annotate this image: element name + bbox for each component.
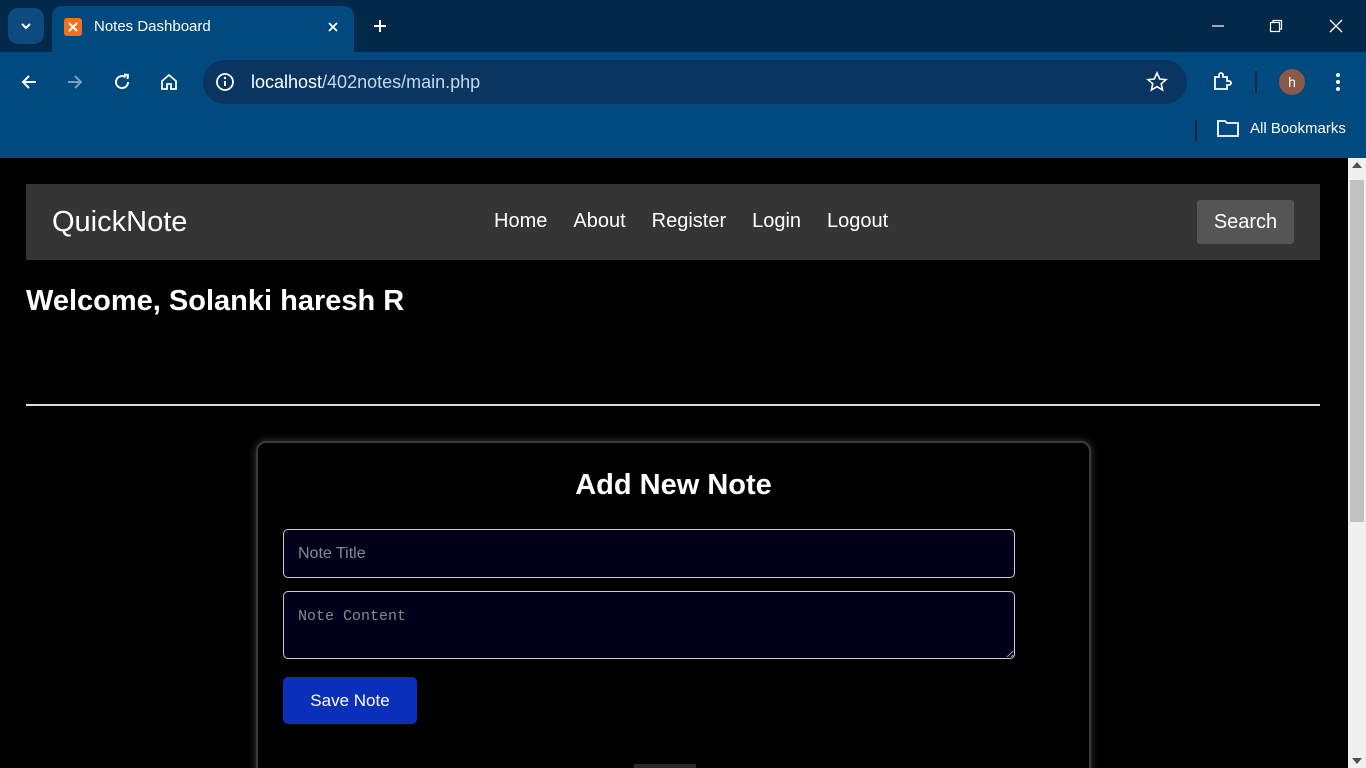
scroll-down-arrow-icon[interactable] bbox=[1352, 758, 1362, 764]
add-note-card: Add New Note Save Note bbox=[256, 441, 1091, 768]
xampp-favicon-icon bbox=[64, 18, 82, 36]
nav-links: Home About Register Login Logout bbox=[494, 210, 888, 233]
note-content-textarea[interactable] bbox=[283, 591, 1015, 659]
chevron-down-icon bbox=[21, 23, 31, 30]
extensions-icon[interactable] bbox=[1204, 64, 1240, 100]
search-button[interactable]: Search bbox=[1197, 200, 1294, 244]
partial-element bbox=[634, 764, 696, 768]
welcome-heading: Welcome, Solanki haresh R bbox=[26, 285, 405, 317]
url-host: localhost bbox=[251, 72, 323, 92]
url-text[interactable]: localhost/402notes/main.php bbox=[251, 72, 480, 93]
bookmark-star-icon[interactable] bbox=[1145, 70, 1169, 94]
all-bookmarks-button[interactable]: All Bookmarks bbox=[1216, 118, 1346, 138]
save-note-button[interactable]: Save Note bbox=[283, 677, 417, 724]
menu-kebab-icon[interactable] bbox=[1320, 64, 1356, 100]
scroll-up-arrow-icon[interactable] bbox=[1352, 162, 1362, 168]
scrollbar-thumb[interactable] bbox=[1350, 180, 1364, 522]
bookmarks-label: All Bookmarks bbox=[1250, 119, 1346, 137]
home-icon[interactable] bbox=[151, 64, 187, 100]
toolbar-separator bbox=[1255, 71, 1257, 93]
tab-search-button[interactable] bbox=[8, 8, 44, 44]
folder-icon bbox=[1217, 120, 1239, 137]
restore-icon[interactable] bbox=[1262, 12, 1290, 40]
page-scrollbar[interactable] bbox=[1348, 158, 1366, 768]
forward-icon[interactable] bbox=[57, 64, 93, 100]
minimize-icon[interactable] bbox=[1204, 12, 1232, 40]
add-note-heading: Add New Note bbox=[575, 469, 772, 501]
profile-avatar[interactable]: h bbox=[1279, 69, 1305, 95]
page-viewport: QuickNote Home About Register Login Logo… bbox=[0, 158, 1348, 768]
horizontal-divider bbox=[26, 404, 1320, 406]
new-tab-icon[interactable] bbox=[366, 12, 394, 40]
tab-active[interactable]: Notes Dashboard bbox=[52, 6, 354, 52]
tab-close-icon[interactable] bbox=[322, 16, 344, 38]
site-info-icon[interactable] bbox=[213, 70, 237, 94]
back-icon[interactable] bbox=[11, 64, 47, 100]
nav-link-logout[interactable]: Logout bbox=[827, 210, 888, 233]
site-navbar: QuickNote Home About Register Login Logo… bbox=[26, 184, 1320, 260]
tab-strip: Notes Dashboard bbox=[0, 0, 1366, 52]
site-brand[interactable]: QuickNote bbox=[52, 206, 187, 239]
url-path: /402notes/main.php bbox=[322, 72, 481, 92]
note-title-input[interactable] bbox=[283, 529, 1015, 578]
nav-link-about[interactable]: About bbox=[573, 210, 625, 233]
bookmarks-separator bbox=[1195, 120, 1197, 142]
close-window-icon[interactable] bbox=[1322, 12, 1350, 40]
nav-link-home[interactable]: Home bbox=[494, 210, 547, 233]
nav-link-login[interactable]: Login bbox=[752, 210, 801, 233]
browser-chrome: Notes Dashboard localhost/402notes/main.… bbox=[0, 0, 1366, 158]
reload-icon[interactable] bbox=[104, 64, 140, 100]
nav-link-register[interactable]: Register bbox=[652, 210, 726, 233]
address-bar[interactable]: localhost/402notes/main.php bbox=[203, 60, 1187, 104]
tab-title: Notes Dashboard bbox=[94, 18, 211, 35]
